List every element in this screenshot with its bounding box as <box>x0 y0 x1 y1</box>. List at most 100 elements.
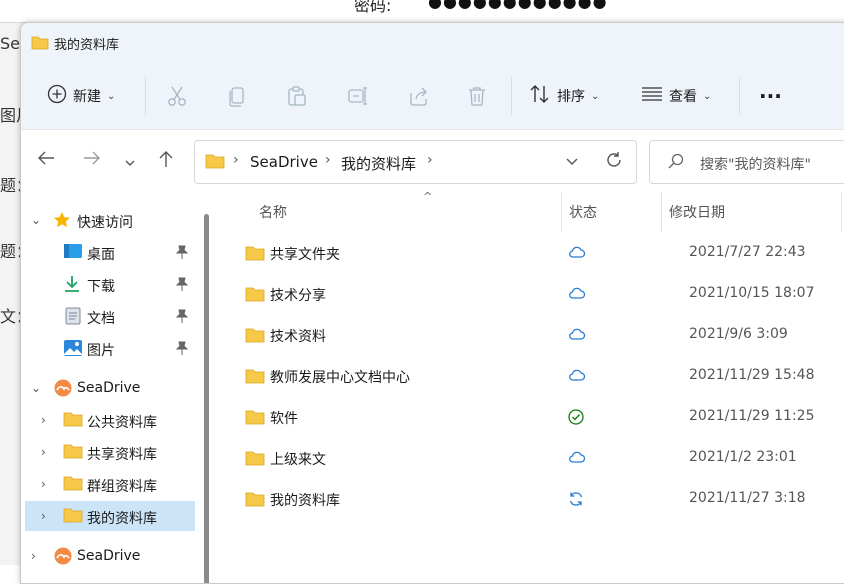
nav-label: 共享资料库 <box>87 447 157 463</box>
nav-downloads[interactable]: 下载 <box>21 269 197 299</box>
file-row[interactable]: 软件 2021/11/29 11:25 <box>215 397 844 438</box>
rename-icon[interactable] <box>347 63 369 129</box>
new-button[interactable]: 新建 ⌄ <box>47 63 115 129</box>
folder-icon <box>245 450 265 470</box>
folder-icon <box>245 327 265 347</box>
chevron-down-icon: ⌄ <box>107 90 116 102</box>
chevron-right-icon[interactable]: › <box>41 413 46 427</box>
chevron-down-icon[interactable]: ⌄ <box>31 381 41 395</box>
file-modified-date: 2021/11/29 11:25 <box>689 408 815 424</box>
chevron-right-icon[interactable]: › <box>41 509 46 523</box>
nav-public-library[interactable]: › 公共资料库 <box>21 405 197 435</box>
chevron-right-icon: › <box>325 152 331 168</box>
column-divider[interactable] <box>661 192 662 232</box>
share-icon[interactable] <box>407 63 429 129</box>
nav-label: 图片 <box>87 343 115 359</box>
cloud-icon <box>568 245 586 263</box>
file-name[interactable]: 技术资料 <box>270 326 326 346</box>
chevron-right-icon[interactable]: › <box>41 445 46 459</box>
folder-icon <box>205 153 225 173</box>
cloud-icon <box>568 286 586 304</box>
background-topbar <box>0 0 844 23</box>
nav-seadrive[interactable]: ⌄ SeaDrive <box>21 373 197 403</box>
file-row[interactable]: 我的资料库 2021/11/27 3:18 <box>215 479 844 520</box>
file-name[interactable]: 我的资料库 <box>270 490 340 510</box>
nav-group-library[interactable]: › 群组资料库 <box>21 469 197 499</box>
title-bar[interactable]: 我的资料库 <box>21 23 844 63</box>
chevron-down-icon[interactable]: ⌄ <box>31 213 41 227</box>
chevron-down-icon: ⌄ <box>591 90 600 102</box>
back-arrow-icon[interactable] <box>37 150 55 171</box>
forward-arrow-icon[interactable] <box>83 150 101 171</box>
navigation-pane: ⌄ 快速访问 桌面 下载 文档 图片 ⌄ SeaDrive › 公共资料库 › … <box>21 192 203 583</box>
recent-locations-chevron-icon[interactable] <box>124 152 136 173</box>
file-name[interactable]: 教师发展中心文档中心 <box>270 367 410 387</box>
pin-icon <box>175 277 189 295</box>
window-title: 我的资料库 <box>54 38 120 53</box>
refresh-icon[interactable] <box>605 151 623 173</box>
nav-my-library[interactable]: › 我的资料库 <box>25 501 195 531</box>
password-field[interactable]: ●●●●●●●●●●●● <box>428 0 608 11</box>
folder-icon <box>63 411 83 431</box>
nav-label: SeaDrive <box>77 548 141 564</box>
sort-icon <box>529 84 551 108</box>
nav-documents[interactable]: 文档 <box>21 301 197 331</box>
file-row[interactable]: 技术资料 2021/9/6 3:09 <box>215 315 844 356</box>
sort-label: 排序 <box>557 89 585 105</box>
navigation-scrollbar[interactable] <box>204 214 209 583</box>
sort-button[interactable]: 排序 ⌄ <box>529 63 599 129</box>
nav-label: SeaDrive <box>77 380 141 396</box>
folder-icon <box>245 491 265 511</box>
copy-icon[interactable] <box>227 63 247 129</box>
search-input[interactable]: 搜索"我的资料库" <box>700 154 811 174</box>
more-options-button[interactable]: ··· <box>759 63 782 129</box>
file-row[interactable]: 教师发展中心文档中心 2021/11/29 15:48 <box>215 356 844 397</box>
up-arrow-icon[interactable] <box>157 150 175 173</box>
folder-icon <box>63 443 83 463</box>
nav-pictures[interactable]: 图片 <box>21 333 197 363</box>
star-icon <box>53 211 71 233</box>
nav-shared-library[interactable]: › 共享资料库 <box>21 437 197 467</box>
desktop-icon <box>63 243 83 263</box>
file-name[interactable]: 技术分享 <box>270 285 326 305</box>
nav-label: 快速访问 <box>77 215 133 231</box>
folder-icon <box>245 286 265 306</box>
nav-label: 我的资料库 <box>87 511 157 527</box>
file-row[interactable]: 上级来文 2021/1/2 23:01 <box>215 438 844 479</box>
nav-desktop[interactable]: 桌面 <box>21 237 197 267</box>
address-dropdown-icon[interactable] <box>565 155 579 171</box>
file-name[interactable]: 上级来文 <box>270 449 326 469</box>
file-row[interactable]: 技术分享 2021/10/15 18:07 <box>215 274 844 315</box>
view-label: 查看 <box>669 89 697 105</box>
chevron-right-icon[interactable]: › <box>31 549 36 563</box>
column-divider[interactable] <box>841 192 842 232</box>
pictures-icon <box>63 339 83 361</box>
cut-icon[interactable] <box>167 63 187 129</box>
chevron-down-icon: ⌄ <box>703 90 712 102</box>
seadrive-logo-icon <box>53 379 73 401</box>
folder-icon <box>245 409 265 429</box>
column-divider[interactable] <box>561 192 562 232</box>
pin-icon <box>175 245 189 263</box>
paste-icon[interactable] <box>287 63 307 129</box>
view-button[interactable]: 查看 ⌄ <box>641 63 711 129</box>
breadcrumb-my-library[interactable]: 我的资料库 <box>341 153 416 174</box>
nav-seadrive-2[interactable]: › SeaDrive <box>21 541 197 571</box>
file-name[interactable]: 共享文件夹 <box>270 244 340 264</box>
file-name[interactable]: 软件 <box>270 408 298 428</box>
file-row[interactable]: 共享文件夹 2021/7/27 22:43 <box>215 233 844 274</box>
file-explorer-window: 我的资料库 新建 ⌄ 排序 ⌄ 查看 ⌄ ··· › SeaDrive › 我的… <box>20 22 844 584</box>
chevron-right-icon: › <box>427 152 433 168</box>
search-box[interactable]: 搜索"我的资料库" <box>649 140 844 184</box>
address-bar[interactable]: › SeaDrive › 我的资料库 › <box>194 140 637 184</box>
breadcrumb-seadrive[interactable]: SeaDrive <box>250 153 318 171</box>
chevron-right-icon[interactable]: › <box>41 477 46 491</box>
view-list-icon <box>641 85 663 107</box>
delete-icon[interactable] <box>467 63 487 129</box>
download-icon <box>63 275 81 297</box>
cloud-icon <box>568 327 586 345</box>
nav-quick-access[interactable]: ⌄ 快速访问 <box>21 205 197 235</box>
folder-icon <box>245 368 265 388</box>
address-row: › SeaDrive › 我的资料库 › 搜索"我的资料库" <box>21 130 844 192</box>
nav-label: 公共资料库 <box>87 415 157 431</box>
